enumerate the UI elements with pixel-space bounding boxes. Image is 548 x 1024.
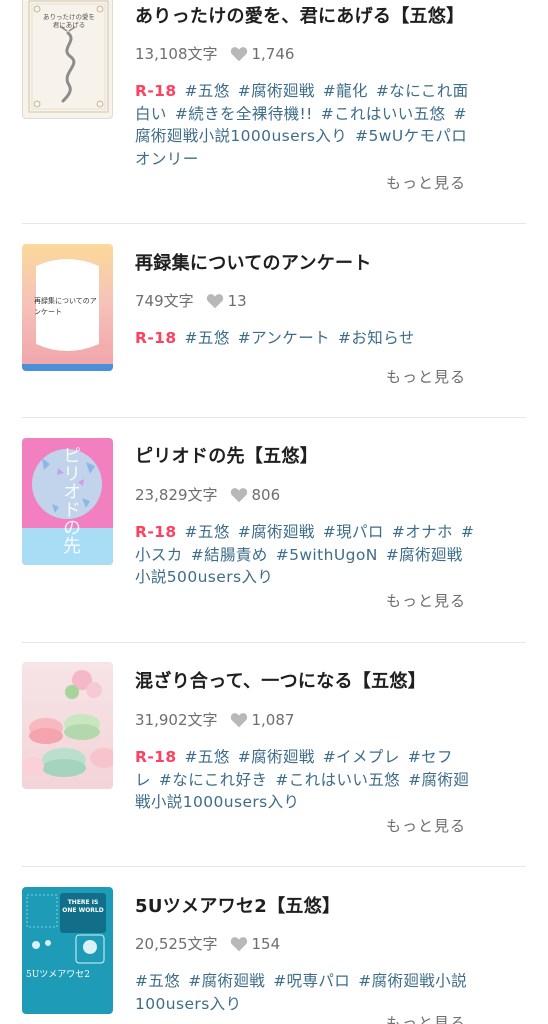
tag-link[interactable]: #腐術廻戦 bbox=[238, 748, 315, 766]
tag-link[interactable]: #腐術廻戦 bbox=[238, 82, 315, 100]
tag-link[interactable]: #龍化 bbox=[323, 82, 368, 100]
tag-link[interactable]: #お知らせ bbox=[338, 329, 415, 347]
novel-title[interactable]: ピリオドの先【五悠】 bbox=[135, 442, 318, 468]
tag-link[interactable]: #5withUgoN bbox=[276, 546, 378, 564]
divider bbox=[22, 223, 526, 224]
cover-thumbnail[interactable]: ピリオドの先 bbox=[22, 438, 113, 565]
char-count: 31,902文字 bbox=[135, 711, 218, 729]
novel-title[interactable]: 混ざり合って、一つになる【五悠】 bbox=[135, 667, 426, 693]
divider bbox=[22, 642, 526, 643]
like-count: 13 bbox=[227, 291, 247, 310]
tag-list: R-18 #五悠 #アンケート #お知らせ bbox=[135, 327, 475, 350]
novel-meta: 31,902文字 1,087 bbox=[135, 709, 294, 730]
tag-link[interactable]: #五悠 bbox=[185, 523, 230, 541]
r18-badge: R-18 bbox=[135, 748, 177, 766]
char-count: 13,108文字 bbox=[135, 45, 218, 63]
cover-badge: THERE IS ONE WORLD bbox=[62, 899, 104, 914]
heart-icon bbox=[230, 487, 247, 502]
novel-meta: 749文字 13 bbox=[135, 290, 247, 311]
tag-link[interactable]: #アンケート bbox=[238, 329, 330, 347]
cover-thumbnail[interactable]: ありったけの愛を君にあげる bbox=[22, 0, 113, 119]
tag-link[interactable]: #五悠 bbox=[185, 748, 230, 766]
tag-link[interactable]: #続きを全裸待機!! bbox=[175, 105, 313, 123]
tag-link[interactable]: #腐術廻戦 bbox=[238, 523, 315, 541]
tag-list: R-18 #五悠 #腐術廻戦 #イメプレ #セフレ #なにこれ好き #これはいい五悠 #腐術廻… bbox=[135, 746, 475, 814]
novel-title[interactable]: 5Uツメアワセ2【五悠】 bbox=[135, 892, 340, 918]
divider bbox=[22, 417, 526, 418]
tag-link[interactable]: #これはいい五悠 bbox=[275, 771, 400, 789]
tag-link[interactable]: #五悠 bbox=[185, 329, 230, 347]
divider bbox=[22, 866, 526, 867]
heart-icon bbox=[230, 936, 247, 951]
heart-icon bbox=[206, 293, 223, 308]
tag-link[interactable]: #これはいい五悠 bbox=[321, 105, 446, 123]
like-count: 154 bbox=[251, 934, 281, 953]
r18-badge: R-18 bbox=[135, 329, 177, 347]
char-count: 23,829文字 bbox=[135, 486, 218, 504]
cover-title: ピリオドの先 bbox=[60, 446, 81, 554]
tag-link[interactable]: #呪専パロ bbox=[273, 972, 350, 990]
tag-link[interactable]: #結腸責め bbox=[191, 546, 268, 564]
tag-list: R-18 #五悠 #腐術廻戦 #現パロ #オナホ #小スカ #結腸責め #5withUgoN #… bbox=[135, 521, 475, 589]
novel-meta: 23,829文字 806 bbox=[135, 484, 280, 505]
novel-meta: 13,108文字 1,746 bbox=[135, 43, 294, 64]
cover-title: ありったけの愛を君にあげる bbox=[43, 13, 95, 29]
show-more-button[interactable]: もっと見る bbox=[386, 1012, 466, 1024]
show-more-button[interactable]: もっと見る bbox=[386, 590, 466, 611]
cover-thumbnail[interactable]: THERE IS ONE WORLD 5Uツメアワセ2 bbox=[22, 887, 113, 1014]
show-more-button[interactable]: もっと見る bbox=[386, 172, 466, 193]
cover-thumbnail[interactable]: 再録集についてのアンケート bbox=[22, 244, 113, 371]
r18-badge: R-18 bbox=[135, 82, 177, 100]
like-count: 1,746 bbox=[251, 44, 295, 63]
tag-list: R-18 #五悠 #腐術廻戦 #龍化 #なにこれ面白い #続きを全裸待機!! #これはいい五… bbox=[135, 80, 475, 170]
tag-link[interactable]: #イメプレ bbox=[323, 748, 400, 766]
cover-title: 再録集についてのアンケート bbox=[34, 297, 97, 316]
tag-list: #五悠 #腐術廻戦 #呪専パロ #腐術廻戦小説100users入り bbox=[135, 970, 475, 1015]
like-count: 1,087 bbox=[251, 710, 295, 729]
like-count: 806 bbox=[251, 485, 281, 504]
heart-icon bbox=[230, 46, 247, 61]
heart-icon bbox=[230, 712, 247, 727]
novel-title[interactable]: ありったけの愛を、君にあげる【五悠】 bbox=[135, 2, 464, 28]
tag-link[interactable]: #五悠 bbox=[135, 972, 180, 990]
char-count: 749文字 bbox=[135, 292, 194, 310]
show-more-button[interactable]: もっと見る bbox=[386, 366, 466, 387]
cover-title: 5Uツメアワセ2 bbox=[26, 970, 91, 980]
cover-thumbnail[interactable] bbox=[22, 662, 113, 789]
novel-meta: 20,525文字 154 bbox=[135, 933, 280, 954]
show-more-button[interactable]: もっと見る bbox=[386, 815, 466, 836]
tag-link[interactable]: #腐術廻戦 bbox=[188, 972, 265, 990]
r18-badge: R-18 bbox=[135, 523, 177, 541]
novel-title[interactable]: 再録集についてのアンケート bbox=[135, 249, 372, 275]
char-count: 20,525文字 bbox=[135, 935, 218, 953]
tag-link[interactable]: #現パロ bbox=[323, 523, 384, 541]
tag-link[interactable]: #五悠 bbox=[185, 82, 230, 100]
tag-link[interactable]: #なにこれ好き bbox=[159, 771, 267, 789]
tag-link[interactable]: #オナホ bbox=[392, 523, 453, 541]
